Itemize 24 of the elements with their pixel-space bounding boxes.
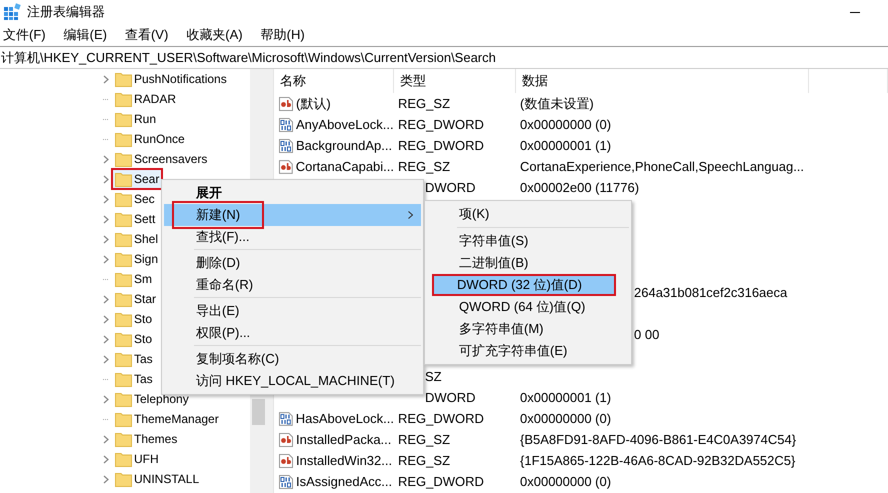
value-data: 0x00000001 (1) <box>520 138 612 153</box>
value-data: 0x00000001 (1) <box>520 390 612 405</box>
value-type: REG_DWORD <box>398 138 484 153</box>
value-data: {1F15A865-122B-46A6-8CAD-92B32DA552C5} <box>520 453 796 468</box>
value-data: 0x00002e00 (11776) <box>520 180 640 195</box>
value-data: 264a31b081cef2c316aeca <box>634 285 788 300</box>
value-type: REG_SZ <box>398 96 450 111</box>
value-type: SZ <box>425 369 442 384</box>
value-type: REG_SZ <box>398 159 450 174</box>
value-data: 0x00000000 (0) <box>520 411 612 426</box>
value-type: REG_DWORD <box>398 474 484 489</box>
value-data: 0x00000000 (0) <box>520 474 612 489</box>
value-data: CortanaExperience,PhoneCall,SpeechLanguag... <box>520 159 804 174</box>
value-data: 0 00 <box>634 327 660 342</box>
value-data: {B5A8FD91-8AFD-4096-B861-E4C0A3974C54} <box>520 432 796 447</box>
value-data: 0x00000000 (0) <box>520 117 612 132</box>
value-type: DWORD <box>425 390 476 405</box>
value-type: REG_DWORD <box>398 117 484 132</box>
value-type: DWORD <box>425 180 476 195</box>
window-title: 注册表编辑器 <box>27 3 105 21</box>
value-data: (数值未设置) <box>520 96 594 110</box>
value-type: REG_SZ <box>398 432 450 447</box>
value-type: REG_SZ <box>398 453 450 468</box>
value-type: REG_DWORD <box>398 411 484 426</box>
